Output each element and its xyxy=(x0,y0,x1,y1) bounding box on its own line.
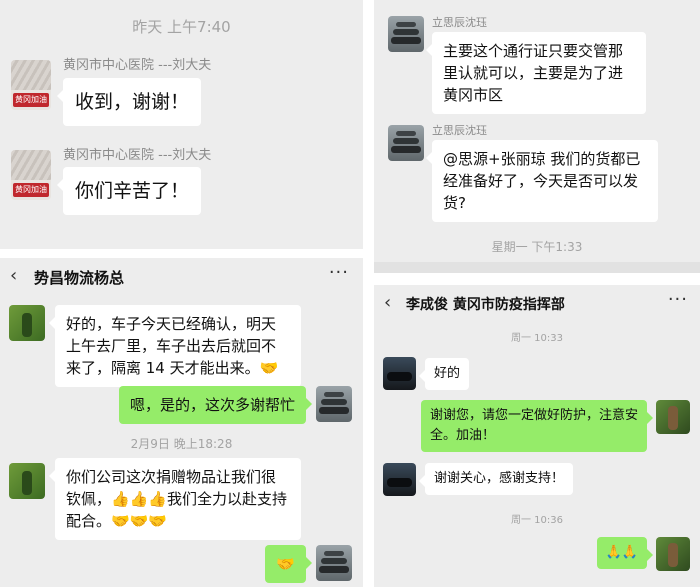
timestamp: 星期一 下午1:33 xyxy=(491,240,583,254)
timestamp: 周一 10:33 xyxy=(511,333,563,344)
message-text: 🤝 xyxy=(276,555,295,573)
sender-name: 黄冈市中心医院 ---刘大夫 xyxy=(63,148,212,163)
chat-header: ‹ 势昌物流杨总 ··· xyxy=(0,258,363,294)
badge-text: 黄冈加油 xyxy=(13,93,49,107)
sender-name: 立思辰沈珏 xyxy=(432,16,487,29)
sender-name: 立思辰沈珏 xyxy=(432,124,487,137)
message-bubble[interactable]: 嗯，是的，这次多谢帮忙 xyxy=(118,386,313,424)
chat-title: 势昌物流杨总 xyxy=(34,269,125,287)
avatar[interactable] xyxy=(316,545,352,581)
avatar[interactable] xyxy=(9,305,45,341)
avatar[interactable] xyxy=(383,463,416,496)
message-bubble[interactable]: @思源+张丽琼 我们的货都已经准备好了，今天是否可以发货? xyxy=(426,140,658,222)
back-icon[interactable]: ‹ xyxy=(384,292,391,313)
message-text: 嗯，是的，这次多谢帮忙 xyxy=(129,396,295,414)
avatar[interactable] xyxy=(383,357,416,390)
message-bubble[interactable]: 收到，谢谢！ xyxy=(56,78,202,126)
more-icon[interactable]: ··· xyxy=(329,262,349,283)
message-bubble[interactable]: 你们公司这次捐赠物品让我们很钦佩，👍👍👍我们全力以赴支持配合。🤝🤝🤝 xyxy=(49,458,301,540)
avatar[interactable] xyxy=(9,463,45,499)
badge-text: 黄冈加油 xyxy=(13,183,49,197)
message-bubble[interactable]: 🤝 xyxy=(265,545,312,583)
message-text: 谢谢您，请您一定做好防护，注意安全。加油！ xyxy=(430,408,639,443)
message-bubble[interactable]: 你们辛苦了！ xyxy=(56,167,202,215)
avatar[interactable] xyxy=(316,386,352,422)
chat-panel-epidemic-command: ‹ 李成俊 黄冈市防疫指挥部 ··· 周一 10:33 好的 谢谢您，请您一定做… xyxy=(374,285,700,587)
message-bubble[interactable]: 谢谢您，请您一定做好防护，注意安全。加油！ xyxy=(421,400,653,452)
more-icon[interactable]: ··· xyxy=(668,289,688,310)
message-bubble[interactable]: 主要这个通行证只要交管那里认就可以，主要是为了进黄冈市区 xyxy=(426,32,646,114)
message-text: 🙏🙏 xyxy=(605,545,638,560)
timestamp: 昨天 上午7:40 xyxy=(132,18,231,36)
timestamp: 周一 10:36 xyxy=(511,515,563,526)
avatar[interactable] xyxy=(388,125,424,161)
avatar[interactable]: 黄冈加油 xyxy=(11,60,51,110)
chat-title: 李成俊 黄冈市防疫指挥部 xyxy=(406,297,565,313)
sender-name: 黄冈市中心医院 ---刘大夫 xyxy=(63,58,212,73)
message-bubble[interactable]: 🙏🙏 xyxy=(596,537,654,569)
avatar[interactable]: 黄冈加油 xyxy=(11,150,51,200)
divider xyxy=(374,262,700,273)
message-bubble[interactable]: 好的 xyxy=(418,358,470,390)
message-text: 主要这个通行证只要交管那里认就可以，主要是为了进黄冈市区 xyxy=(443,42,624,104)
message-text: 收到，谢谢！ xyxy=(75,91,190,113)
message-text: @思源+张丽琼 我们的货都已经准备好了，今天是否可以发货? xyxy=(443,150,641,212)
message-bubble[interactable]: 好的，车子今天已经确认，明天上午去厂里，车子出去后就回不来了，隔离 14 天才能… xyxy=(49,305,301,387)
message-text: 谢谢关心，感谢支持！ xyxy=(434,471,565,486)
message-text: 好的 xyxy=(434,366,461,381)
message-bubble[interactable]: 谢谢关心，感谢支持！ xyxy=(418,463,574,495)
message-text: 你们公司这次捐赠物品让我们很钦佩，👍👍👍我们全力以赴支持配合。🤝🤝🤝 xyxy=(66,468,288,530)
avatar[interactable] xyxy=(656,537,690,571)
avatar[interactable] xyxy=(656,400,690,434)
avatar[interactable] xyxy=(388,16,424,52)
chat-panel-lisichen: 立思辰沈珏 主要这个通行证只要交管那里认就可以，主要是为了进黄冈市区 立思辰沈珏… xyxy=(374,0,700,273)
chat-panel-logistics: ‹ 势昌物流杨总 ··· 好的，车子今天已经确认，明天上午去厂里，车子出去后就回… xyxy=(0,258,363,587)
message-text: 好的，车子今天已经确认，明天上午去厂里，车子出去后就回不来了，隔离 14 天才能… xyxy=(66,315,279,377)
chat-panel-hospital: 昨天 上午7:40 黄冈加油 黄冈市中心医院 ---刘大夫 收到，谢谢！ 黄冈加… xyxy=(0,0,363,249)
timestamp: 2月9日 晚上18:28 xyxy=(130,437,233,451)
back-icon[interactable]: ‹ xyxy=(10,265,17,286)
message-text: 你们辛苦了！ xyxy=(75,180,190,202)
chat-header: ‹ 李成俊 黄冈市防疫指挥部 ··· xyxy=(374,285,700,321)
